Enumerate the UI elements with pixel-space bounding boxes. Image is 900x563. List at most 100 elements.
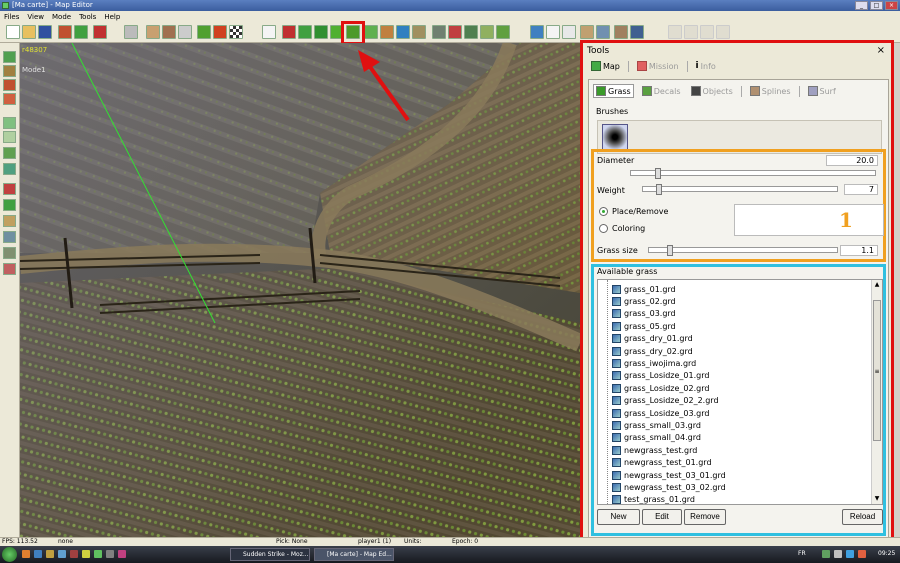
tray-security-icon[interactable] <box>858 550 866 558</box>
list-icon[interactable] <box>562 25 576 39</box>
layer-zone-icon[interactable] <box>3 183 16 195</box>
checker-icon[interactable] <box>229 25 243 39</box>
taskbar-item-map-editor[interactable]: [Ma carte] - Map Ed... <box>314 548 394 561</box>
decal-tool-icon[interactable] <box>364 25 378 39</box>
settings-tool-icon[interactable] <box>630 25 644 39</box>
grass-size-slider-thumb[interactable] <box>667 245 673 256</box>
weight-slider-thumb[interactable] <box>656 184 662 195</box>
monitor-icon[interactable] <box>596 25 610 39</box>
grass-size-value[interactable]: 1.1 <box>840 245 878 256</box>
height-tool-icon[interactable] <box>197 25 211 39</box>
diameter-slider[interactable] <box>630 168 876 179</box>
quicklaunch-folder-icon[interactable] <box>46 550 54 558</box>
map-viewport[interactable]: r48307 Mode1 <box>20 43 580 537</box>
camera-tool-icon[interactable] <box>432 25 446 39</box>
subtab-objects[interactable]: Objects <box>689 85 735 97</box>
subtab-decals[interactable]: Decals <box>640 85 683 97</box>
grass-file-item[interactable]: newgrass_test_03_01.grd <box>612 469 726 481</box>
close-window-button[interactable]: × <box>885 1 898 10</box>
unit-tool-icon[interactable] <box>282 25 296 39</box>
quicklaunch-media-icon[interactable] <box>82 550 90 558</box>
quicklaunch-app-icon[interactable] <box>70 550 78 558</box>
layer-field-icon[interactable] <box>3 147 16 159</box>
grass-file-item[interactable]: grass_iwojima.grd <box>612 357 696 369</box>
tools-panel-close-button[interactable]: × <box>877 45 885 56</box>
diameter-slider-thumb[interactable] <box>655 168 661 179</box>
eraser-icon[interactable] <box>146 25 160 39</box>
layer-house-icon[interactable] <box>3 79 16 91</box>
grass-file-item[interactable]: grass_Losidze_02.grd <box>612 382 709 394</box>
tab-map[interactable]: Map <box>589 60 622 72</box>
tray-network-icon[interactable] <box>822 550 830 558</box>
layer-tank-icon[interactable] <box>3 231 16 243</box>
tray-update-icon[interactable] <box>846 550 854 558</box>
open-folder-icon[interactable] <box>22 25 36 39</box>
zone-tool-icon[interactable] <box>448 25 462 39</box>
subtab-splines[interactable]: Splines <box>748 85 793 97</box>
grass-file-item[interactable]: grass_03.grd <box>612 308 676 320</box>
grass-file-item[interactable]: newgrass_test_01.grd <box>612 457 712 469</box>
trigger-tool-icon[interactable] <box>464 25 478 39</box>
layer-forest-icon[interactable] <box>3 199 16 211</box>
undo-icon[interactable] <box>124 25 138 39</box>
play-icon[interactable] <box>668 25 682 39</box>
layer-terrain-icon[interactable] <box>3 51 16 63</box>
layer-road-icon[interactable] <box>3 65 16 77</box>
weight-slider[interactable] <box>642 184 838 195</box>
layer-water-icon[interactable] <box>3 163 16 175</box>
weight-value[interactable]: 7 <box>844 184 878 195</box>
grass-file-list[interactable]: ▲ ≡ ▼ grass_01.grd grass_02.grd grass_03.g… <box>597 279 883 505</box>
layer-grid-icon[interactable] <box>3 117 16 129</box>
water-tool-icon[interactable] <box>396 25 410 39</box>
menu-view[interactable]: View <box>27 11 44 23</box>
pause-icon[interactable] <box>684 25 698 39</box>
diameter-value[interactable]: 20.0 <box>826 155 878 166</box>
layer-unit-icon[interactable] <box>3 247 16 259</box>
quicklaunch-mail-icon[interactable] <box>58 550 66 558</box>
grass-file-item[interactable]: newgrass_test_03_02.grd <box>612 481 726 493</box>
tab-info[interactable]: i Info <box>694 60 718 72</box>
quicklaunch-firefox-icon[interactable] <box>22 550 30 558</box>
reload-button[interactable]: Reload <box>842 509 883 525</box>
quicklaunch-extra-icon[interactable] <box>118 550 126 558</box>
spline-tool-icon[interactable] <box>412 25 426 39</box>
paste-icon[interactable] <box>58 25 72 39</box>
minimize-button[interactable]: _ <box>855 1 868 10</box>
quicklaunch-ie-icon[interactable] <box>34 550 42 558</box>
coloring-radio[interactable] <box>599 224 608 233</box>
clock[interactable]: 09:25 <box>878 550 895 557</box>
terrain-icon[interactable] <box>74 25 88 39</box>
grass-size-slider[interactable] <box>648 245 838 256</box>
grass-file-item[interactable]: grass_Losidze_01.grd <box>612 370 709 382</box>
menu-files[interactable]: Files <box>4 11 19 23</box>
document-icon[interactable] <box>546 25 560 39</box>
subtab-grass[interactable]: Grass <box>593 84 634 98</box>
tray-volume-icon[interactable] <box>834 550 842 558</box>
start-orb-icon[interactable] <box>2 547 17 562</box>
grass-file-item[interactable]: grass_01.grd <box>612 283 676 295</box>
place-remove-radio[interactable] <box>599 207 608 216</box>
brush-tool-icon[interactable] <box>178 25 192 39</box>
grass-file-item[interactable]: grass_dry_02.grd <box>612 345 693 357</box>
grass-file-item[interactable]: newgrass_test.grd <box>612 444 697 456</box>
scroll-thumb[interactable]: ≡ <box>873 300 881 441</box>
area-tool-icon[interactable] <box>496 25 510 39</box>
subtab-surf[interactable]: Surf <box>806 85 838 97</box>
new-file-icon[interactable] <box>6 25 20 39</box>
forest-tool-icon[interactable] <box>298 25 312 39</box>
layer-object-icon[interactable] <box>3 215 16 227</box>
object-tool-icon[interactable] <box>380 25 394 39</box>
grass-file-item[interactable]: grass_small_03.grd <box>612 419 701 431</box>
pencil-icon[interactable] <box>580 25 594 39</box>
scroll-down-arrow[interactable]: ▼ <box>872 494 882 504</box>
layer-soldier-icon[interactable] <box>3 263 16 275</box>
grass-file-item[interactable]: grass_dry_01.grd <box>612 333 693 345</box>
stop-icon[interactable] <box>700 25 714 39</box>
color-preview[interactable]: 1 <box>734 204 884 236</box>
maximize-button[interactable]: □ <box>870 1 883 10</box>
menu-mode[interactable]: Mode <box>52 11 71 23</box>
step-icon[interactable] <box>716 25 730 39</box>
grass-file-item[interactable]: grass_Losidze_03.grd <box>612 407 709 419</box>
tool-icon[interactable] <box>162 25 176 39</box>
target-icon[interactable] <box>93 25 107 39</box>
